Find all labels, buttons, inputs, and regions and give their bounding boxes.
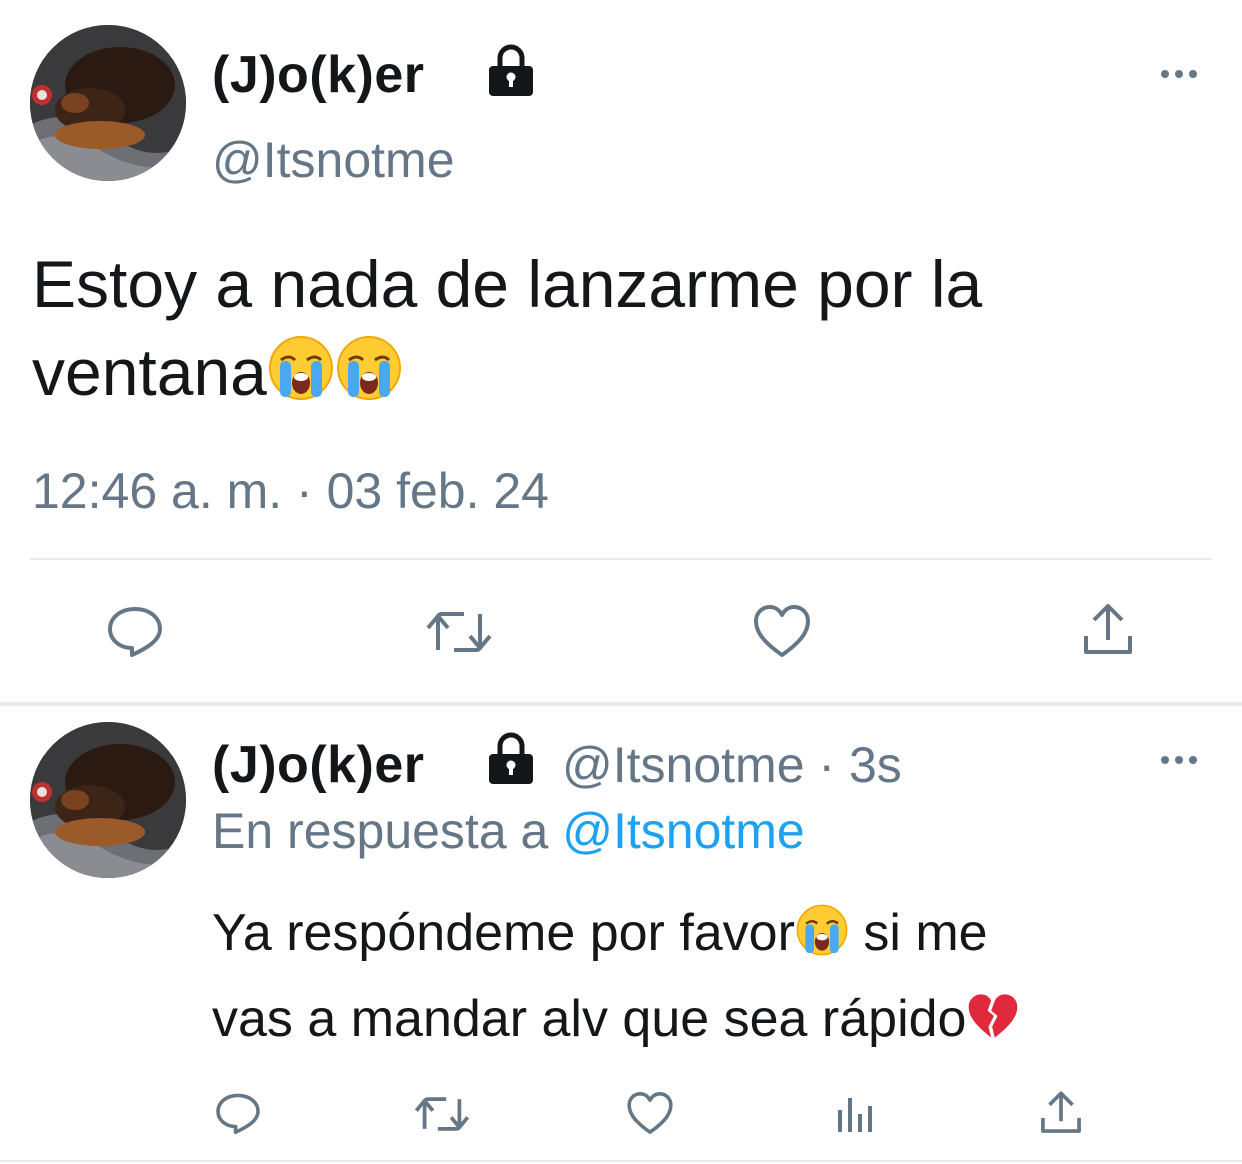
reply-text-line-1: Ya respóndeme por favor si me	[212, 890, 1212, 976]
like-icon[interactable]	[752, 603, 812, 659]
reply-text-line-1-a: Ya respóndeme por favor	[212, 904, 795, 962]
display-name[interactable]: (J)o(k)er	[212, 734, 425, 796]
in-reply-to: En respuesta a @Itsnotme	[212, 800, 805, 862]
broken-heart-emoji	[969, 994, 1018, 1038]
share-icon[interactable]	[1080, 600, 1136, 660]
retweet-icon[interactable]	[424, 606, 494, 658]
handle[interactable]: @Itsnotme	[212, 130, 455, 190]
in-reply-prefix: En respuesta a	[212, 803, 549, 859]
timestamp[interactable]: 12:46 a. m. · 03 feb. 24	[32, 460, 549, 522]
tweet-text-line-2-text: ventana	[32, 335, 267, 409]
avatar[interactable]	[30, 722, 186, 878]
crying-face-emoji	[796, 904, 848, 956]
crying-face-emoji	[336, 336, 401, 401]
reply-text-line-1-b: si me	[848, 904, 988, 962]
display-name[interactable]: (J)o(k)er	[212, 44, 425, 106]
dog-photo	[30, 25, 186, 181]
reply-text: Ya respóndeme por favor si me vas a mand…	[212, 890, 1212, 1062]
lock-icon	[483, 730, 539, 786]
share-icon[interactable]	[1038, 1088, 1084, 1138]
reply-icon[interactable]	[105, 603, 165, 659]
dog-photo	[30, 722, 186, 878]
analytics-icon[interactable]	[834, 1092, 878, 1136]
lock-icon	[483, 42, 539, 98]
in-reply-handle-link[interactable]: @Itsnotme	[562, 803, 805, 859]
section-divider	[0, 702, 1242, 706]
reply-text-line-2: vas a mandar alv que sea rápido	[212, 976, 1212, 1062]
crying-face-emoji	[268, 336, 333, 401]
bottom-divider	[0, 1160, 1242, 1162]
more-icon[interactable]	[1158, 748, 1200, 772]
tweet-text-line-2: ventana	[32, 328, 1212, 416]
handle-time[interactable]: @Itsnotme · 3s	[562, 734, 902, 796]
like-icon[interactable]	[626, 1090, 674, 1136]
more-icon[interactable]	[1158, 62, 1200, 86]
avatar[interactable]	[30, 25, 186, 181]
reply-text-line-2-text: vas a mandar alv que sea rápido	[212, 990, 967, 1048]
retweet-icon[interactable]	[413, 1092, 471, 1136]
tweet-text: Estoy a nada de lanzarme por la ventana	[32, 240, 1212, 416]
tweet-text-line-1: Estoy a nada de lanzarme por la	[32, 247, 983, 321]
reply-icon[interactable]	[214, 1090, 262, 1136]
divider	[30, 558, 1212, 560]
